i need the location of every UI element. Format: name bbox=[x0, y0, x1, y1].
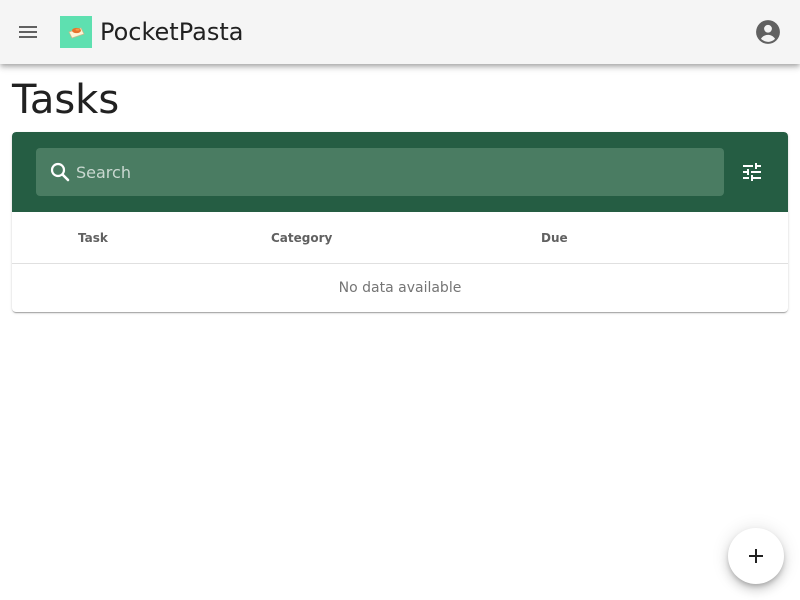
tune-icon bbox=[743, 163, 761, 181]
menu-icon bbox=[19, 26, 37, 38]
search-input[interactable] bbox=[76, 148, 716, 196]
pasta-bowl-icon bbox=[60, 16, 92, 48]
menu-button[interactable] bbox=[8, 12, 48, 52]
app-logo bbox=[60, 16, 92, 48]
table-header: Task Category Due bbox=[12, 212, 788, 264]
column-header-due[interactable]: Due bbox=[541, 212, 568, 264]
app-title: PocketPasta bbox=[100, 18, 244, 46]
search-icon bbox=[50, 162, 70, 182]
account-button[interactable] bbox=[748, 12, 788, 52]
app-bar: PocketPasta bbox=[0, 0, 800, 64]
tasks-table-card: Task Category Due No data available bbox=[12, 132, 788, 312]
filter-button[interactable] bbox=[732, 152, 772, 192]
page-title: Tasks bbox=[12, 77, 120, 123]
column-header-category[interactable]: Category bbox=[271, 212, 332, 264]
account-circle-icon bbox=[756, 20, 780, 44]
plus-icon bbox=[749, 549, 763, 563]
empty-table-message: No data available bbox=[338, 280, 462, 296]
add-task-button[interactable] bbox=[728, 528, 784, 584]
column-header-task[interactable]: Task bbox=[78, 212, 108, 264]
table-toolbar bbox=[12, 132, 788, 212]
search-field[interactable] bbox=[36, 148, 724, 196]
